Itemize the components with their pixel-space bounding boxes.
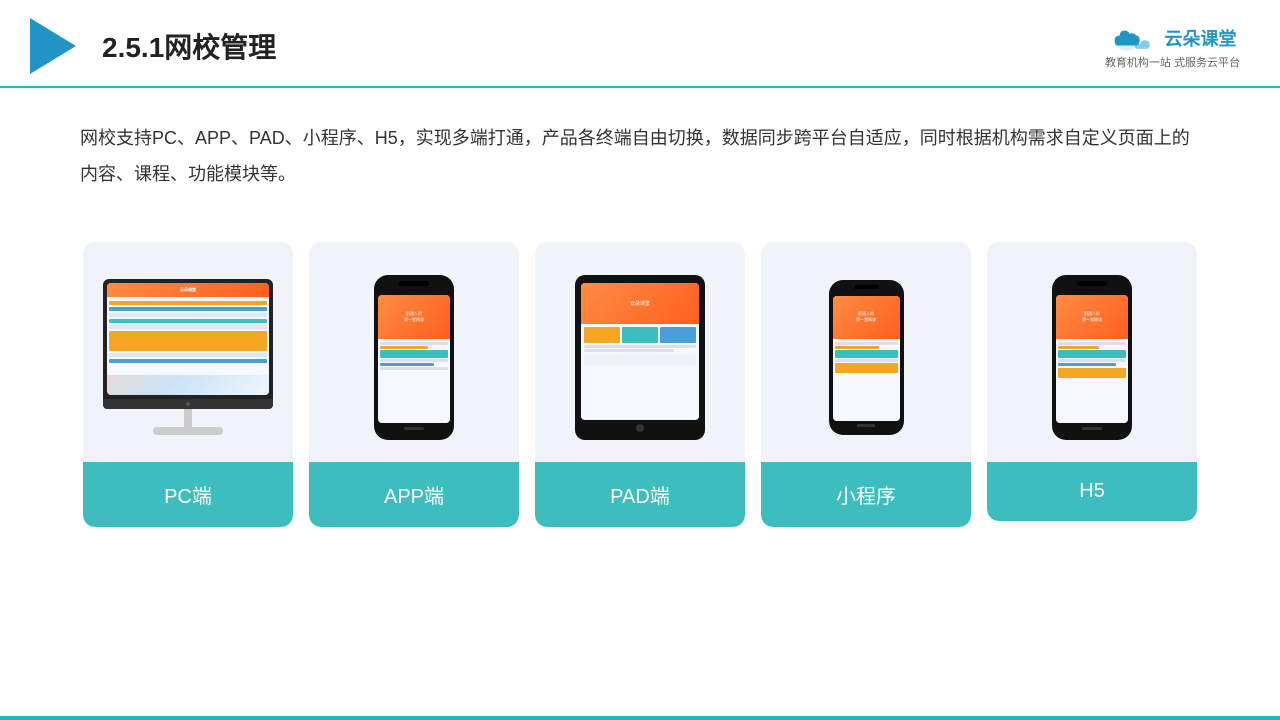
card-app-label: APP端 [309, 462, 519, 527]
card-miniprogram: 职通人的第一堂网课 小程序 [761, 242, 971, 527]
card-pc-image: 云朵课堂 [83, 242, 293, 462]
card-app: 职通人的第一堂网课 APP端 [309, 242, 519, 527]
card-pad-label: PAD端 [535, 462, 745, 527]
card-miniprogram-label: 小程序 [761, 462, 971, 527]
card-h5-image: 职通人的第一堂网课 [987, 242, 1197, 462]
card-h5: 职通人的第一堂网课 H5 [987, 242, 1197, 521]
cloud-logo-icon [1108, 22, 1158, 54]
tablet-device: 云朵课堂 [575, 275, 705, 440]
page-title: 2.5.1网校管理 [102, 26, 276, 66]
logo-cloud: 云朵课堂 [1108, 22, 1236, 54]
monitor-device: 云朵课堂 [103, 279, 273, 435]
card-pad-image: 云朵课堂 [535, 242, 745, 462]
card-app-image: 职通人的第一堂网课 [309, 242, 519, 462]
phone-h5-device: 职通人的第一堂网课 [1052, 275, 1132, 440]
card-pc-label: PC端 [83, 462, 293, 527]
phone-mini-device: 职通人的第一堂网课 [829, 280, 904, 435]
header-left: 2.5.1网校管理 [30, 18, 276, 74]
card-miniprogram-image: 职通人的第一堂网课 [761, 242, 971, 462]
card-h5-label: H5 [987, 462, 1197, 521]
logo-subtitle: 教育机构一站 式服务云平台 [1105, 54, 1240, 70]
cards-container: 云朵课堂 [0, 222, 1280, 547]
logo-text: 云朵课堂 [1164, 25, 1236, 51]
phone-app-device: 职通人的第一堂网课 [374, 275, 454, 440]
logo-area: 云朵课堂 教育机构一站 式服务云平台 [1105, 22, 1240, 70]
description-text: 网校支持PC、APP、PAD、小程序、H5，实现多端打通，产品各终端自由切换，数… [0, 88, 1280, 212]
play-icon [30, 18, 76, 74]
header: 2.5.1网校管理 云朵课堂 教育机构一站 式服务云平台 [0, 0, 1280, 88]
card-pc: 云朵课堂 [83, 242, 293, 527]
bottom-line [0, 716, 1280, 720]
card-pad: 云朵课堂 [535, 242, 745, 527]
